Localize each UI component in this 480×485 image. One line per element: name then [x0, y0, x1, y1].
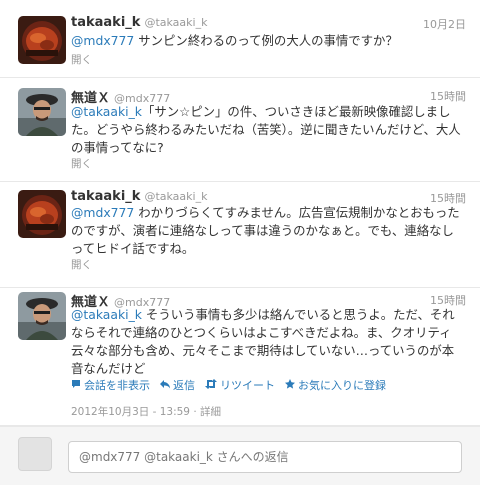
mention-link[interactable]: @takaaki_k: [71, 307, 142, 322]
reply-arrow-icon: [160, 379, 170, 392]
avatar[interactable]: [18, 88, 66, 136]
tweet[interactable]: takaaki_k @takaaki_k 10月2日 @mdx777 サンピン終わ…: [0, 0, 480, 78]
tweet-author[interactable]: takaaki_k @takaaki_k: [71, 189, 207, 204]
tweet-author[interactable]: takaaki_k @takaaki_k: [71, 15, 207, 30]
speech-bubble-icon: [71, 379, 81, 392]
details-link[interactable]: 詳細: [200, 406, 221, 418]
favorite-label: お気に入りに登録: [298, 379, 386, 392]
reply-input[interactable]: @mdx777 @takaaki_k さんへの返信: [68, 441, 462, 473]
username[interactable]: @takaaki_k: [144, 190, 207, 203]
retweet-label: リツイート: [220, 379, 275, 392]
tweet-timestamp[interactable]: 2012年10月3日 - 13:59: [71, 406, 190, 418]
tweet[interactable]: 無道Ｘ @mdx777 15時間 @takaaki_k「サン☆ピン」の件、ついさき…: [0, 78, 480, 182]
hide-conversation-label: 会話を非表示: [84, 379, 150, 392]
retweet-button[interactable]: リツイート: [205, 377, 275, 393]
avatar[interactable]: [18, 16, 66, 64]
expand-link[interactable]: 開く: [71, 156, 92, 171]
mention-link[interactable]: @mdx777: [71, 33, 134, 48]
reply-label: 返信: [173, 379, 195, 392]
star-icon: [285, 378, 295, 392]
mention-link[interactable]: @mdx777: [71, 205, 134, 220]
tweet-text: @mdx777 わかりづらくてすみません。広告宣伝規制かなとおもったのですが、演…: [71, 204, 466, 258]
tweet-text: @takaaki_k そういう事情も多少は絡んでいると思うよ。ただ、それならそれ…: [71, 306, 466, 378]
reply-area: @mdx777 @takaaki_k さんへの返信: [0, 426, 480, 485]
expand-link[interactable]: 開く: [71, 52, 92, 67]
expand-link[interactable]: 開く: [71, 257, 92, 272]
display-name[interactable]: takaaki_k: [71, 15, 140, 30]
reply-button[interactable]: 返信: [160, 377, 195, 393]
retweet-icon: [205, 378, 217, 392]
display-name[interactable]: takaaki_k: [71, 189, 140, 204]
avatar[interactable]: [18, 292, 66, 340]
favorite-button[interactable]: お気に入りに登録: [285, 377, 386, 393]
tweet-text: @takaaki_k「サン☆ピン」の件、ついさきほど最新映像確認しました。どうや…: [71, 103, 466, 157]
tweet-time[interactable]: 15時間: [430, 88, 466, 104]
reply-avatar-placeholder: [18, 437, 52, 471]
hide-conversation-button[interactable]: 会話を非表示: [71, 377, 150, 393]
tweet-actions: 会話を非表示 返信 リツイート お気に入りに登録: [71, 377, 386, 393]
tweet-body: サンピン終わるのって例の大人の事情ですか？: [134, 33, 398, 48]
username[interactable]: @takaaki_k: [144, 16, 207, 29]
tweet-time[interactable]: 10月2日: [423, 16, 466, 32]
tweet-text: @mdx777 サンピン終わるのって例の大人の事情ですか？: [71, 32, 466, 50]
conversation-timeline: takaaki_k @takaaki_k 10月2日 @mdx777 サンピン終わ…: [0, 0, 480, 485]
tweet[interactable]: takaaki_k @takaaki_k 15時間 @mdx777 わかりづらくて…: [0, 182, 480, 288]
tweet-expanded[interactable]: 無道Ｘ @mdx777 15時間 @takaaki_k そういう事情も多少は絡んで…: [0, 288, 480, 426]
avatar[interactable]: [18, 190, 66, 238]
tweet-meta: 2012年10月3日 - 13:59 · 詳細: [71, 406, 222, 418]
mention-link[interactable]: @takaaki_k: [71, 104, 142, 119]
